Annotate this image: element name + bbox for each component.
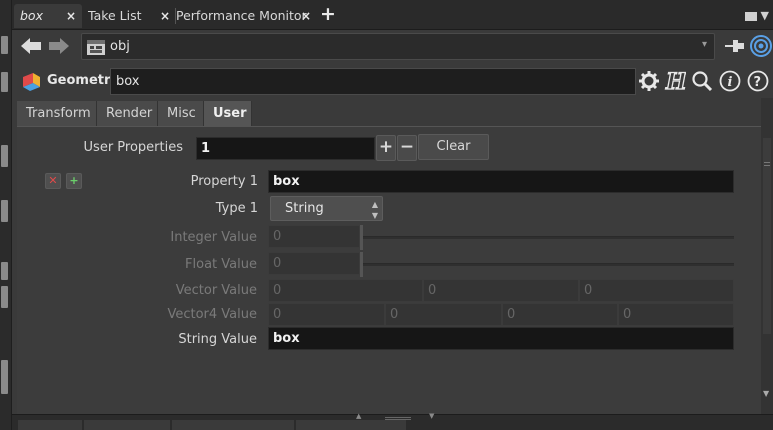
left-strip-block [1,200,8,222]
pane-tab-bar: box × Take List × Performance Monitor × … [12,0,773,30]
vector-value-label: Vector Value [175,283,257,298]
pane-menu[interactable]: ▼ [744,9,769,22]
houdini-h-icon[interactable]: H [664,70,686,92]
path-field[interactable]: obj [81,33,715,60]
clear-button[interactable]: Clear [418,134,489,160]
property-1-field[interactable]: box [268,170,734,193]
string-value-label: String Value [178,332,257,347]
tab-transform[interactable]: Transform [17,101,97,126]
link-target-icon[interactable] [749,34,773,58]
help-icon[interactable]: ? [747,70,769,92]
bottom-tab[interactable] [296,420,406,430]
vector-x-field[interactable]: 0 [268,279,423,302]
scrollbar-grip-icon [764,162,770,166]
vector4-z-field[interactable]: 0 [502,303,618,326]
collapse-up-icon[interactable]: ▲ [356,412,361,420]
forward-arrow-icon[interactable] [48,37,70,55]
add-property-button[interactable]: + [376,135,396,161]
tab-render[interactable]: Render [97,101,158,126]
vector4-x-field[interactable]: 0 [268,303,385,326]
bottom-tab[interactable] [18,420,82,430]
bottom-tab[interactable] [172,420,294,430]
obj-network-icon [87,40,105,55]
svg-text:i: i [728,75,733,90]
tab-misc[interactable]: Misc [158,101,204,126]
add-tab-icon[interactable]: + [320,3,336,25]
vertical-scrollbar[interactable]: ▼ [761,98,773,414]
type-1-label: Type 1 [215,201,258,216]
path-bar: obj ▾ [12,31,773,61]
pane-splitter-grip[interactable] [385,417,411,420]
float-value-label: Float Value [185,257,257,272]
type-1-menu[interactable]: String ▲ ▼ [270,196,383,221]
path-text: obj [110,39,130,54]
node-name-field[interactable]: box [110,68,636,95]
node-name-text: box [116,74,140,89]
tab-close-icon[interactable]: × [160,4,170,28]
scrollbar-thumb[interactable] [763,138,771,334]
path-dropdown-icon[interactable]: ▾ [702,39,707,50]
svg-text:?: ? [754,75,762,90]
string-value-field[interactable]: box [268,327,734,350]
tab-close-icon[interactable]: × [66,4,76,28]
type-1-value: String [285,201,324,216]
left-edge-strip [0,0,12,430]
left-strip-block [1,286,8,308]
node-type-label: Geometry [47,73,119,88]
float-value-field[interactable]: 0 [268,252,360,275]
tab-close-icon[interactable]: × [301,4,311,28]
tab-label: Take List [88,8,142,23]
vector-z-field[interactable]: 0 [579,279,734,302]
integer-slider[interactable] [363,236,734,239]
remove-property-button[interactable]: − [397,135,417,161]
property-1-label: Property 1 [190,174,258,189]
tab-user[interactable]: User [204,101,252,126]
search-icon[interactable] [691,70,713,92]
vector4-value-label: Vector4 Value [167,307,257,322]
bottom-tab[interactable] [84,420,170,430]
pin-icon[interactable] [724,37,746,55]
tab-label: box [20,8,43,23]
vector-y-field[interactable]: 0 [423,279,579,302]
vector4-w-field[interactable]: 0 [618,303,734,326]
delete-instance-icon[interactable]: ✕ [45,173,61,189]
tab-take-list[interactable]: Take List × [82,4,175,28]
user-properties-label: User Properties [83,140,183,155]
collapse-down-icon[interactable]: ▼ [429,412,434,420]
left-strip-block [1,262,8,280]
left-strip-block [1,72,8,92]
node-header: Geometry box H i ? [12,66,773,97]
tab-box[interactable]: box × [14,4,82,28]
maximize-icon[interactable] [744,11,757,21]
left-strip-block [1,145,8,167]
info-icon[interactable]: i [719,70,741,92]
tab-performance-monitor[interactable]: Performance Monitor × [170,4,318,28]
pane-menu-arrow-icon[interactable]: ▼ [761,9,769,22]
integer-value-field[interactable]: 0 [268,225,360,248]
left-strip-block [1,360,8,394]
float-slider[interactable] [363,263,734,266]
geometry-node-icon [23,73,40,91]
tab-label: Performance Monitor [176,8,307,23]
back-arrow-icon[interactable] [20,37,42,55]
menu-updown-icon: ▲ ▼ [371,200,378,220]
left-strip-block [1,36,8,54]
user-properties-count-field[interactable]: 1 [196,137,375,160]
svg-text:H: H [665,70,686,92]
insert-instance-icon[interactable]: + [66,173,82,189]
vector4-y-field[interactable]: 0 [385,303,502,326]
scroll-down-icon[interactable]: ▼ [763,389,769,398]
gear-icon[interactable] [638,70,660,92]
integer-value-label: Integer Value [170,230,257,245]
